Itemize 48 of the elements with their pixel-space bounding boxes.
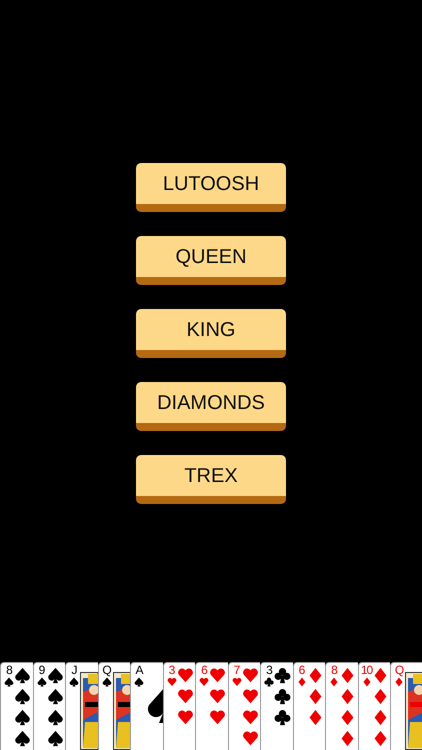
card-rank: 9 [38,664,44,677]
spade-icon [69,677,79,687]
playing-card[interactable]: 8 [325,662,358,750]
card-rank: A [135,664,142,677]
playing-card[interactable]: 6 [292,662,325,750]
card-rank: Q [102,664,111,677]
diamond-icon [339,709,356,726]
card-rank: 10 [360,664,372,677]
spade-icon [14,709,31,726]
heart-icon [242,709,258,726]
spade-icon [46,709,64,726]
playing-card[interactable]: 8 [0,662,32,750]
card-rank: 3 [168,664,174,677]
diamond-icon [339,730,356,747]
playing-card[interactable]: 10 [358,662,390,750]
spade-icon [46,730,64,747]
playing-card[interactable]: J [65,662,98,750]
playing-card[interactable]: 6 [195,662,228,750]
menu-button[interactable]: QUEEN [136,236,286,285]
card-rank: J [72,664,76,677]
diamond-icon [372,709,388,726]
card-rank: 3 [266,664,272,677]
spade-icon [102,677,112,687]
heart-icon [242,730,258,747]
menu-button[interactable]: TREX [136,455,286,504]
card-rank: 6 [201,664,207,677]
playing-card[interactable]: Q [98,662,130,750]
card-rank: 7 [234,664,240,677]
playing-card[interactable]: A [130,662,162,750]
playing-card[interactable]: 7 [228,662,260,750]
card-rank: Q [394,664,404,677]
heart-icon [176,709,194,726]
menu-button[interactable]: LUTOOSH [136,163,286,212]
card-rank: 8 [331,664,337,677]
card-rank: 6 [298,664,304,677]
heart-icon [209,709,226,726]
card-rank: 8 [6,664,12,677]
menu-button[interactable]: DIAMONDS [136,382,286,431]
playing-card[interactable]: 3 [260,662,292,750]
playing-card[interactable]: 3 [162,662,195,750]
playing-card[interactable]: 9 [32,662,65,750]
menu-button[interactable]: KING [136,309,286,358]
club-icon [274,709,291,726]
diamond-icon [372,730,388,747]
diamond-icon [306,709,324,726]
playing-card[interactable]: Q [390,662,422,750]
diamond-icon [394,677,404,687]
spade-icon [14,730,31,747]
